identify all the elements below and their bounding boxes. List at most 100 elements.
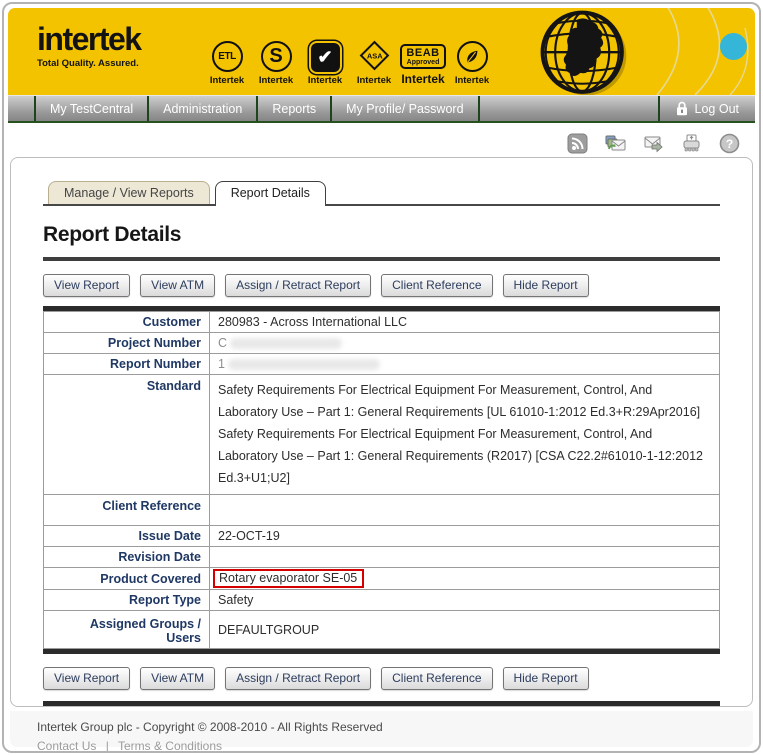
row-report-type: Report Type Safety <box>43 589 720 611</box>
assign-retract-report-button[interactable]: Assign / Retract Report <box>225 274 372 297</box>
tab-manage-view-reports[interactable]: Manage / View Reports <box>48 181 210 204</box>
page-frame: intertek Total Quality. Assured. ETL Int… <box>2 2 761 753</box>
hide-report-button[interactable]: Hide Report <box>502 667 589 690</box>
field-value-revision-date <box>209 546 720 568</box>
main-navigation: My TestCentral Administration Reports My… <box>8 95 755 123</box>
row-standard: Standard Safety Requirements For Electri… <box>43 374 720 495</box>
intertek-tagline: Total Quality. Assured. <box>37 57 139 69</box>
field-value-issue-date: 22-OCT-19 <box>209 525 720 547</box>
etl-mark: ETL Intertek <box>206 30 248 86</box>
terms-conditions-link[interactable]: Terms & Conditions <box>118 739 222 751</box>
send-report-icon[interactable] <box>643 133 664 154</box>
client-reference-button[interactable]: Client Reference <box>381 274 493 297</box>
content-panel: Manage / View Reports Report Details Rep… <box>10 157 753 707</box>
field-value-standard: Safety Requirements For Electrical Equip… <box>209 374 720 495</box>
quality-performance-mark: ✔ Intertek <box>304 30 346 86</box>
field-label-client-reference: Client Reference <box>43 494 210 526</box>
s-icon: S <box>260 41 292 72</box>
bottom-rule <box>43 701 720 706</box>
field-label-product-covered: Product Covered <box>43 567 210 590</box>
field-value-report-type: Safety <box>209 589 720 611</box>
leaf-icon <box>456 41 488 72</box>
field-value-report-number: 1 <box>209 353 720 375</box>
row-customer: Customer 280983 - Across International L… <box>43 311 720 333</box>
nav-item-reports[interactable]: Reports <box>258 96 330 121</box>
beab-box-icon: BEAB Approved <box>400 44 446 69</box>
intertek-logo: intertek Total Quality. Assured. <box>37 21 142 69</box>
field-value-project-number: C <box>209 332 720 354</box>
logout-button[interactable]: Log Out <box>660 96 755 121</box>
print-icon[interactable] <box>681 133 702 154</box>
action-buttons-top: View Report View ATM Assign / Retract Re… <box>43 274 720 297</box>
field-value-product-covered: Rotary evaporator SE-05 <box>209 567 720 590</box>
intertek-logo-text: intertek <box>37 21 142 57</box>
mark-caption: Intertek <box>454 75 490 86</box>
page-footer: Intertek Group plc - Copyright © 2008-20… <box>10 711 753 751</box>
beab-approved-mark: BEAB Approved Intertek <box>400 27 446 86</box>
leaf-mark: Intertek <box>451 30 493 86</box>
redacted-report-number <box>227 359 380 371</box>
action-buttons-bottom: View Report View ATM Assign / Retract Re… <box>43 667 720 690</box>
nav-item-my-profile-password[interactable]: My Profile/ Password <box>332 96 477 121</box>
nav-item-administration[interactable]: Administration <box>149 96 256 121</box>
mark-caption: Intertek <box>356 75 392 86</box>
red-annotation-box: Rotary evaporator SE-05 <box>213 569 365 588</box>
standard-line-2: Safety Requirements For Electrical Equip… <box>218 427 704 485</box>
nav-item-my-testcentral[interactable]: My TestCentral <box>36 96 147 121</box>
footer-link-separator: | <box>105 739 109 753</box>
asa-mark: ASA Intertek <box>353 30 395 86</box>
rss-icon[interactable] <box>567 133 588 154</box>
heading-rule <box>43 257 720 261</box>
etl-icon: ETL <box>211 41 243 72</box>
hide-report-button[interactable]: Hide Report <box>502 274 589 297</box>
field-value-assigned-groups: DEFAULTGROUP <box>209 610 720 649</box>
mark-caption: Intertek <box>401 72 445 86</box>
view-atm-button[interactable]: View ATM <box>140 274 216 297</box>
view-report-button[interactable]: View Report <box>43 667 131 690</box>
row-report-number: Report Number 1 <box>43 353 720 375</box>
report-details-table: Customer 280983 - Across International L… <box>43 311 720 649</box>
globe-icon <box>540 10 627 95</box>
assign-retract-report-button[interactable]: Assign / Retract Report <box>225 667 372 690</box>
help-icon[interactable]: ? <box>719 133 740 154</box>
s-mark: S Intertek <box>255 30 297 86</box>
field-label-project-number: Project Number <box>43 332 210 354</box>
page-title: Report Details <box>43 223 182 246</box>
share-report-icon[interactable] <box>605 133 626 154</box>
view-report-button[interactable]: View Report <box>43 274 131 297</box>
field-label-assigned-groups: Assigned Groups / Users <box>43 610 210 649</box>
padlock-icon <box>676 101 687 116</box>
tab-report-details[interactable]: Report Details <box>214 181 326 206</box>
copyright-text: Intertek Group plc - Copyright © 2008-20… <box>37 720 383 734</box>
masthead: intertek Total Quality. Assured. ETL Int… <box>8 8 755 95</box>
field-value-customer: 280983 - Across International LLC <box>209 311 720 333</box>
logout-label: Log Out <box>694 101 739 116</box>
field-value-client-reference <box>209 494 720 526</box>
field-label-revision-date: Revision Date <box>43 546 210 568</box>
checkmark-icon: ✔ <box>310 43 340 72</box>
certification-marks: ETL Intertek S Intertek ✔ Intertek ASA I… <box>206 18 493 86</box>
row-revision-date: Revision Date <box>43 546 720 568</box>
standard-line-1: Safety Requirements For Electrical Equip… <box>218 383 701 419</box>
redacted-project-number <box>230 338 343 350</box>
row-client-reference: Client Reference <box>43 494 720 526</box>
field-label-issue-date: Issue Date <box>43 525 210 547</box>
mark-caption: Intertek <box>209 75 245 86</box>
row-issue-date: Issue Date 22-OCT-19 <box>43 525 720 547</box>
client-reference-button[interactable]: Client Reference <box>381 667 493 690</box>
view-atm-button[interactable]: View ATM <box>140 667 216 690</box>
mark-caption: Intertek <box>307 75 343 86</box>
field-label-customer: Customer <box>43 311 210 333</box>
contact-us-link[interactable]: Contact Us <box>37 739 96 751</box>
row-product-covered: Product Covered Rotary evaporator SE-05 <box>43 567 720 590</box>
row-assigned-groups: Assigned Groups / Users DEFAULTGROUP <box>43 610 720 649</box>
report-tabs: Manage / View Reports Report Details <box>43 181 720 206</box>
svg-text:?: ? <box>726 137 733 151</box>
field-label-standard: Standard <box>43 374 210 495</box>
table-bottom-bar <box>43 649 720 654</box>
report-toolbar: ? <box>567 133 740 154</box>
mark-caption: Intertek <box>258 75 294 86</box>
asa-diamond-icon: ASA <box>359 40 389 71</box>
field-label-report-number: Report Number <box>43 353 210 375</box>
cyan-dot-decoration <box>720 33 747 60</box>
